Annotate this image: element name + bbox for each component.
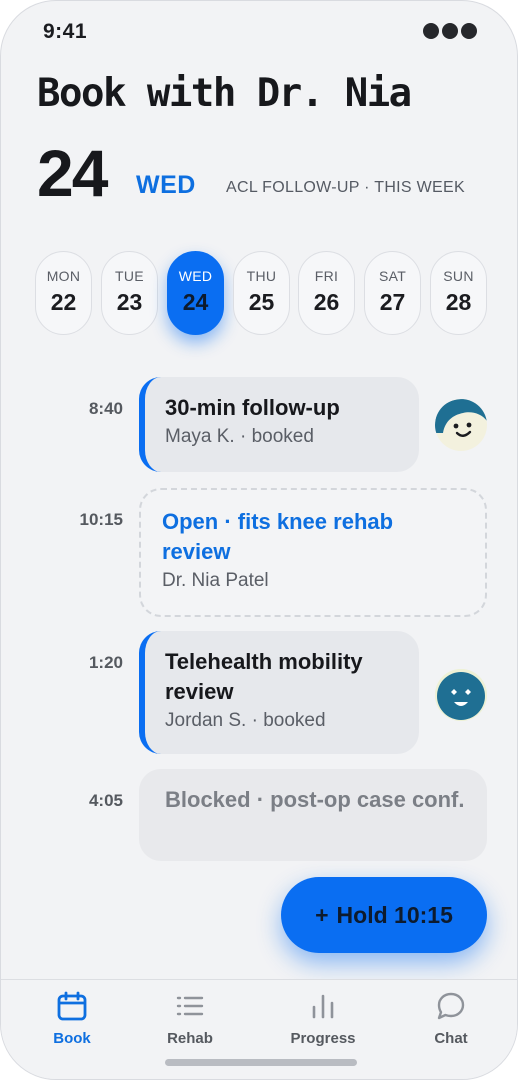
day-pill-number: 24 [182, 289, 209, 315]
day-pill-number: 23 [116, 289, 143, 315]
day-pill-number: 28 [445, 289, 472, 315]
more-dots-icon[interactable] [423, 23, 477, 39]
hold-slot-label: Hold 10:15 [336, 901, 453, 928]
slot-time: 10:15 [79, 510, 123, 529]
nav-label: Book [53, 1030, 91, 1047]
slot-time: 4:05 [88, 791, 123, 810]
home-indicator[interactable] [165, 1059, 357, 1066]
day-pill-weekday: SAT [378, 268, 407, 284]
list-icon [176, 996, 204, 1016]
day-pill-sun[interactable]: SUN 28 [430, 251, 487, 335]
day-pill-weekday: SUN [443, 268, 474, 284]
appointment-title: 30-min follow-up [165, 395, 340, 420]
appointment-subtitle: Jordan S. · booked [165, 710, 326, 731]
patient-avatar-icon [435, 669, 487, 721]
blocked-slot-title: Blocked · post-op case conf. [165, 787, 465, 812]
avatar[interactable] [435, 669, 487, 721]
day-pill-wed[interactable]: WED 24 [167, 251, 224, 335]
phone-frame: 9:41 Book with Dr. Nia 24 WED ACL FOLLOW… [0, 0, 518, 1080]
nav-label: Progress [290, 1030, 356, 1047]
nav-item-rehab[interactable]: Rehab [135, 980, 245, 1060]
avatar[interactable] [435, 399, 487, 451]
day-pill-weekday: MON [46, 268, 81, 284]
day-pill-weekday: TUE [115, 268, 144, 284]
day-pill-number: 25 [248, 289, 275, 315]
calendar-icon [57, 991, 87, 1021]
nav-item-book[interactable]: Book [17, 980, 127, 1060]
selected-date-number: 24 [37, 136, 108, 210]
week-strip: MON 22 TUE 23 WED 24 THU 25 FRI 26 SAT 2… [35, 251, 487, 337]
selected-day-label: WED [136, 171, 196, 199]
appointment-title: Telehealth mobility review [165, 649, 363, 704]
slot-time: 1:20 [88, 653, 123, 672]
nav-label: Chat [434, 1030, 468, 1047]
day-pill-number: 26 [313, 289, 340, 315]
hold-slot-button[interactable]: + Hold 10:15 [281, 877, 487, 953]
day-pill-tue[interactable]: TUE 23 [101, 251, 158, 335]
status-time: 9:41 [43, 20, 88, 43]
blocked-slot-card: Blocked · post-op case conf. [139, 769, 487, 861]
plus-icon: + [315, 901, 329, 928]
day-pill-weekday: THU [246, 268, 277, 284]
appointment-card-booked[interactable]: 30-min follow-up Maya K. · booked [139, 377, 419, 472]
appointment-context: ACL FOLLOW-UP · THIS WEEK [226, 179, 465, 196]
nav-label: Rehab [167, 1030, 213, 1047]
day-pill-number: 27 [379, 289, 406, 315]
day-pill-sat[interactable]: SAT 27 [364, 251, 421, 335]
day-pill-mon[interactable]: MON 22 [35, 251, 92, 335]
open-slot-card[interactable]: Open · fits knee rehab review Dr. Nia Pa… [139, 488, 487, 617]
day-pill-weekday: WED [178, 268, 213, 284]
slot-time: 8:40 [88, 399, 123, 418]
nav-item-progress[interactable]: Progress [268, 980, 378, 1060]
nav-item-chat[interactable]: Chat [396, 980, 506, 1060]
day-pill-weekday: FRI [314, 268, 339, 284]
day-pill-number: 22 [50, 289, 77, 315]
open-slot-title: Open · fits knee rehab review [162, 509, 394, 564]
page-title: Book with Dr. Nia [37, 71, 412, 116]
appointment-subtitle: Maya K. · booked [165, 426, 314, 447]
bar-chart-icon [312, 994, 334, 1019]
day-pill-fri[interactable]: FRI 26 [298, 251, 355, 335]
day-pill-thu[interactable]: THU 25 [233, 251, 290, 335]
patient-avatar-icon [435, 399, 487, 451]
open-slot-provider: Dr. Nia Patel [162, 570, 269, 591]
appointment-card-booked[interactable]: Telehealth mobility review Jordan S. · b… [139, 631, 419, 754]
chat-bubble-icon [437, 992, 465, 1020]
